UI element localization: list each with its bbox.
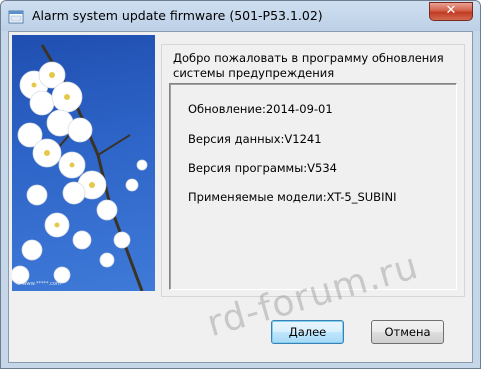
close-button[interactable]: ✕ (429, 2, 473, 21)
dialog-client-area: © www.*****.com Добро пожаловать в прогр… (8, 31, 473, 363)
welcome-panel: Добро пожаловать в программу обновления … (161, 44, 465, 297)
applicable-models-text: Применяемые модели:XT-5_SUBINI (188, 190, 397, 204)
close-icon: ✕ (445, 3, 457, 18)
cancel-button[interactable]: Отмена (371, 320, 444, 344)
data-version-text: Версия данных:V1241 (188, 132, 322, 146)
photo-credit: © www.*****.com (16, 281, 61, 287)
dialog-window: Alarm system update firmware (501-P53.1.… (0, 0, 481, 369)
window-title: Alarm system update firmware (501-P53.1.… (32, 8, 323, 23)
flower-photo: © www.*****.com (12, 35, 155, 291)
app-icon (8, 10, 24, 24)
blossom-image (12, 44, 148, 291)
update-date-text: Обновление:2014-09-01 (188, 102, 333, 116)
welcome-text: Добро пожаловать в программу обновления … (173, 51, 444, 80)
next-button[interactable]: Далее (271, 320, 344, 344)
program-version-text: Версия программы:V534 (188, 161, 338, 175)
title-bar[interactable]: Alarm system update firmware (501-P53.1.… (1, 1, 480, 31)
